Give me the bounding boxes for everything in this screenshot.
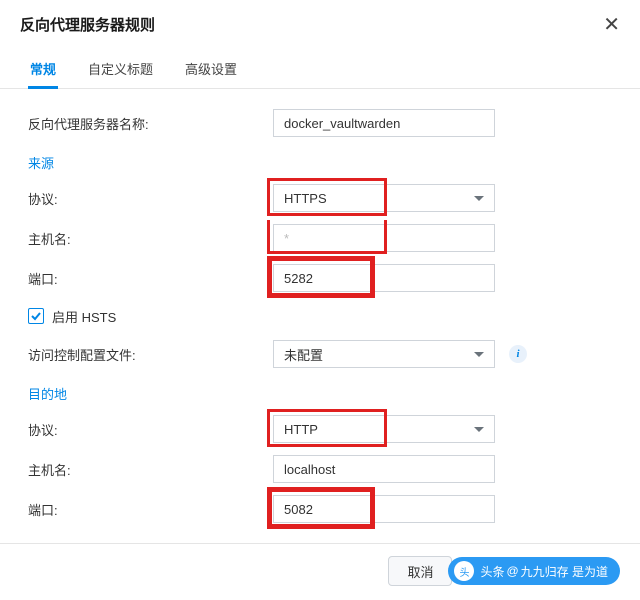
watermark-badge: 头 头条 @ 九九归存 是为道 <box>448 557 620 585</box>
dialog-title: 反向代理服务器规则 <box>20 14 155 35</box>
section-dest: 目的地 <box>28 374 612 409</box>
select-acl[interactable]: 未配置 <box>273 340 495 368</box>
label-name: 反向代理服务器名称: <box>28 114 273 133</box>
input-dst-port[interactable] <box>273 495 495 523</box>
input-name[interactable] <box>273 109 495 137</box>
avatar-icon: 头 <box>454 561 474 581</box>
checkbox-hsts[interactable] <box>28 308 44 324</box>
select-src-proto[interactable]: HTTPS <box>273 184 495 212</box>
tab-advanced[interactable]: 高级设置 <box>183 51 239 88</box>
tab-general[interactable]: 常规 <box>28 51 58 88</box>
chevron-down-icon <box>474 427 484 432</box>
dialog-body: 反向代理服务器名称: 来源 协议: HTTPS 主机名: 端口: 启用 <box>0 93 640 543</box>
label-dst-proto: 协议: <box>28 420 273 439</box>
label-src-host: 主机名: <box>28 229 273 248</box>
input-src-port[interactable] <box>273 264 495 292</box>
check-icon <box>30 310 42 322</box>
label-hsts: 启用 HSTS <box>52 307 116 326</box>
input-src-host[interactable] <box>273 224 495 252</box>
label-src-port: 端口: <box>28 269 273 288</box>
label-src-proto: 协议: <box>28 189 273 208</box>
watermark-text: 九九归存 是为道 <box>521 563 608 580</box>
select-dst-proto[interactable]: HTTP <box>273 415 495 443</box>
dialog-header: 反向代理服务器规则 ✕ <box>0 0 640 45</box>
chevron-down-icon <box>474 352 484 357</box>
cancel-button[interactable]: 取消 <box>388 556 452 586</box>
watermark-prefix: 头条 <box>480 563 504 580</box>
select-acl-value: 未配置 <box>284 345 323 364</box>
close-icon[interactable]: ✕ <box>603 15 620 35</box>
tab-bar: 常规 自定义标题 高级设置 <box>0 45 640 89</box>
label-acl: 访问控制配置文件: <box>28 345 273 364</box>
section-source: 来源 <box>28 143 612 178</box>
input-dst-host[interactable] <box>273 455 495 483</box>
label-dst-port: 端口: <box>28 500 273 519</box>
label-dst-host: 主机名: <box>28 460 273 479</box>
dialog-footer: 取消 头 头条 @ 九九归存 是为道 <box>0 543 640 598</box>
chevron-down-icon <box>474 196 484 201</box>
select-dst-proto-value: HTTP <box>284 422 318 437</box>
info-icon[interactable]: i <box>509 345 527 363</box>
tab-custom-headers[interactable]: 自定义标题 <box>86 51 155 88</box>
select-src-proto-value: HTTPS <box>284 191 327 206</box>
